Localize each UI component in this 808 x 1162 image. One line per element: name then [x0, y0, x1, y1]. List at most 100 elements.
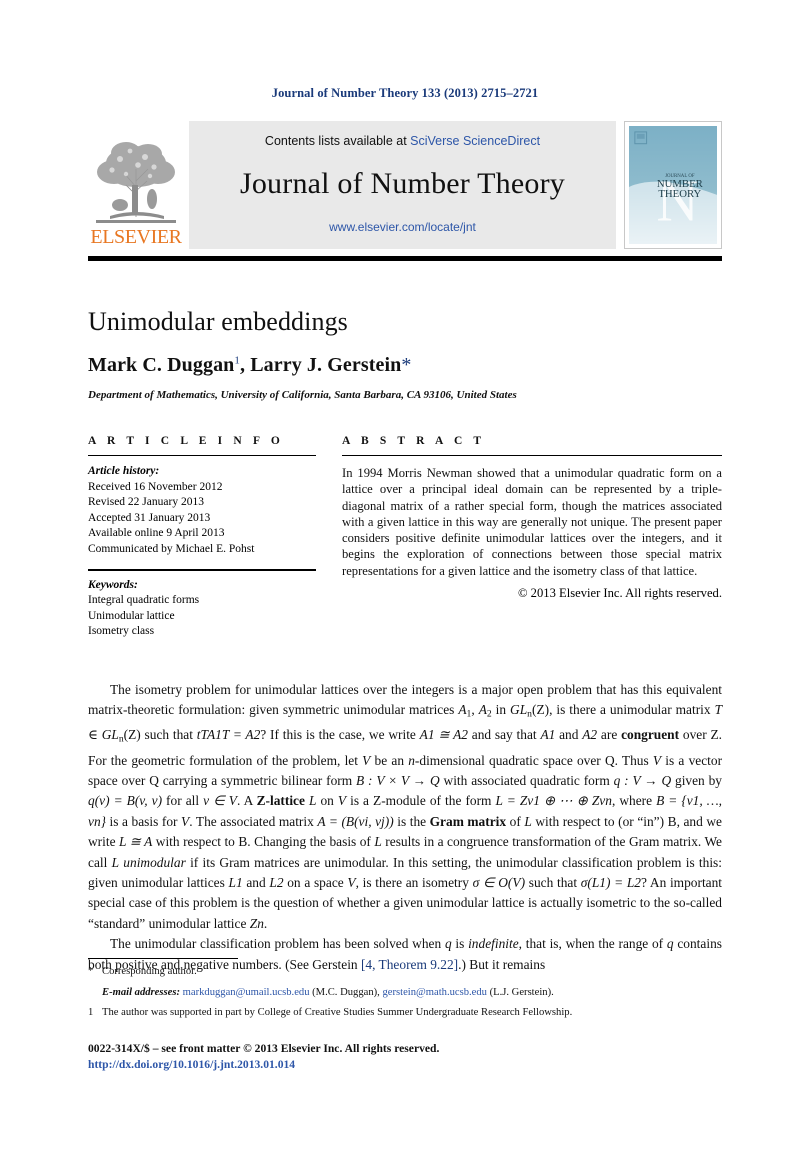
cover-artwork: N JOURNAL OF NUMBER THEORY: [629, 126, 717, 244]
p1-seg: (Z) such that: [123, 727, 197, 743]
p1-congruence-eq: tTA1T = A2: [196, 727, 261, 743]
history-accepted: Accepted 31 January 2013: [88, 511, 211, 524]
p1-unimodular-term: unimodular: [119, 854, 186, 870]
history-label: Article history:: [88, 465, 160, 477]
p2-seg: , that is, when the range of: [518, 936, 667, 952]
p1-A2: A: [478, 702, 487, 718]
p1-L2: L: [524, 813, 532, 829]
p1-seg: , is there an isometry: [355, 874, 473, 890]
email-owner-2: (L.J. Gerstein).: [486, 986, 554, 998]
p2-seg: The unimodular classification problem ha…: [110, 936, 445, 952]
contents-available-line: Contents lists available at SciVerse Sci…: [265, 134, 540, 148]
p1-seg: ,: [471, 702, 479, 718]
abstract-copyright: © 2013 Elsevier Inc. All rights reserved…: [517, 586, 722, 601]
footnote-emails: E-mail addresses: markduggan@umail.ucsb.…: [88, 985, 722, 1001]
p1-L: L: [304, 793, 317, 809]
footnote-1: 1 The author was supported in part by Col…: [88, 1005, 722, 1021]
p1-sigma: σ ∈ O(V): [472, 874, 526, 890]
author-list: Mark C. Duggan1, Larry J. Gerstein*: [88, 354, 722, 377]
p1-L1: L1: [228, 874, 243, 890]
email-link-duggan[interactable]: markduggan@umail.ucsb.edu: [183, 987, 310, 998]
info-rule-top: [88, 455, 316, 456]
footnote-zone: * Corresponding author. E-mail addresses:…: [88, 958, 722, 1073]
p1-seg: be an: [370, 752, 409, 768]
p1-V5: V: [347, 874, 356, 890]
p1-L2b: L2: [269, 874, 284, 890]
p2-indefinite-term: indefinite: [468, 936, 519, 952]
email-owner-1: (M.C. Duggan),: [309, 986, 383, 998]
elsevier-tree-icon: [90, 129, 182, 226]
history-available-online: Available online 9 April 2013: [88, 527, 225, 540]
history-received: Received 16 November 2012: [88, 480, 223, 493]
email-link-gerstein[interactable]: gerstein@math.ucsb.edu: [382, 987, 486, 998]
body-paragraph-1: The isometry problem for unimodular latt…: [88, 680, 722, 934]
p1-seg: with associated quadratic form: [439, 772, 614, 788]
abstract-heading: A B S T R A C T: [342, 435, 486, 447]
p1-seg: .: [263, 915, 268, 931]
abstract-column: A B S T R A C T In 1994 Morris Newman sh…: [342, 435, 722, 640]
cover-image-icon: N JOURNAL OF NUMBER THEORY: [629, 126, 717, 244]
p1-A1b: A1: [540, 727, 556, 743]
issn-front-matter-line: 0022-314X/$ – see front matter © 2013 El…: [88, 1041, 440, 1055]
author-2-name: , Larry J. Gerstein: [240, 354, 402, 376]
p1-seg: on: [316, 793, 338, 809]
p1-seg: ∈: [88, 727, 102, 743]
p1-seg: of: [506, 813, 525, 829]
article-info-heading: A R T I C L E I N F O: [88, 435, 284, 447]
p1-A2b: A2: [582, 727, 598, 743]
sciencedirect-link[interactable]: SciVerse ScienceDirect: [410, 134, 540, 148]
p1-seg: (Z), is there a unimodular matrix: [531, 702, 715, 718]
p1-L-form: L = Zv1 ⊕ ⋯ ⊕ Zvn: [495, 793, 612, 809]
footnote-marker-1: 1: [88, 1007, 94, 1018]
corresponding-author-marker[interactable]: *: [401, 354, 411, 376]
p1-seg: and: [555, 727, 583, 743]
footnote-1-text: The author was supported in part by Coll…: [102, 1007, 573, 1018]
info-abstract-section: A R T I C L E I N F O Article history: R…: [88, 435, 722, 640]
p1-V2: V: [652, 752, 662, 768]
p1-GL2: GL: [101, 727, 119, 743]
p1-n: n: [408, 752, 415, 768]
p1-seg: ? If this is the case, we write: [260, 727, 420, 743]
p1-seg: such that: [525, 874, 581, 890]
keyword-item: Unimodular lattice: [88, 609, 175, 622]
p1-seg: -dimensional quadratic space over Q. Thu…: [414, 752, 653, 768]
p2-q: q: [444, 936, 452, 952]
p1-A-matrix: A = (B(vi, vj)): [317, 813, 394, 829]
p1-v-in-V: v ∈ V: [203, 793, 237, 809]
elsevier-wordmark: ELSEVIER: [90, 226, 182, 248]
journal-cover-thumbnail[interactable]: N JOURNAL OF NUMBER THEORY: [624, 121, 722, 249]
footnote-divider: [88, 958, 238, 959]
p1-seg: with respect to B. Changing the basis of: [152, 834, 375, 850]
p1-seg: and: [242, 874, 270, 890]
masthead-panel: Contents lists available at SciVerse Sci…: [189, 121, 616, 249]
keywords-label: Keywords:: [88, 578, 138, 591]
p1-V3: V: [337, 793, 347, 809]
journal-masthead: ELSEVIER Contents lists available at Sci…: [88, 121, 722, 249]
article-title: Unimodular embeddings: [88, 307, 348, 336]
p1-qv-eq: q(v) = B(v, v): [88, 793, 163, 809]
p1-seg: is a basis for: [106, 813, 182, 829]
doi-link[interactable]: http://dx.doi.org/10.1016/j.jnt.2013.01.…: [88, 1057, 722, 1073]
imprint-block: 0022-314X/$ – see front matter © 2013 El…: [88, 1041, 722, 1073]
p1-bilinear-form: B : V × V → Q: [355, 772, 440, 788]
p1-V4: V: [181, 813, 190, 829]
p1-congruent-term: congruent: [621, 727, 680, 743]
article-info-column: A R T I C L E I N F O Article history: R…: [88, 435, 316, 640]
footnote-corresponding-author: * Corresponding author.: [88, 964, 722, 980]
p1-seg: given by: [671, 772, 722, 788]
article-history: Article history: Received 16 November 20…: [88, 464, 316, 558]
keyword-item: Integral quadratic forms: [88, 594, 200, 607]
masthead-divider: [88, 256, 722, 261]
abstract-text: In 1994 Morris Newman showed that a unim…: [342, 466, 722, 578]
abstract-rule-top: [342, 455, 722, 456]
p1-GL: GL: [510, 702, 528, 718]
journal-title: Journal of Number Theory: [239, 167, 565, 200]
footnote-marker-star: *: [88, 966, 94, 977]
p1-L3: L: [374, 834, 382, 850]
journal-url-link[interactable]: www.elsevier.com/locate/jnt: [329, 220, 476, 234]
p1-L-iso-A: L ≅ A: [119, 834, 153, 850]
p1-seg: . The associated matrix: [189, 813, 318, 829]
author-1-name: Mark C. Duggan: [88, 354, 235, 376]
history-communicated-by: Communicated by Michael E. Pohst: [88, 542, 255, 555]
page-content: Journal of Number Theory 133 (2013) 2715…: [88, 0, 722, 975]
